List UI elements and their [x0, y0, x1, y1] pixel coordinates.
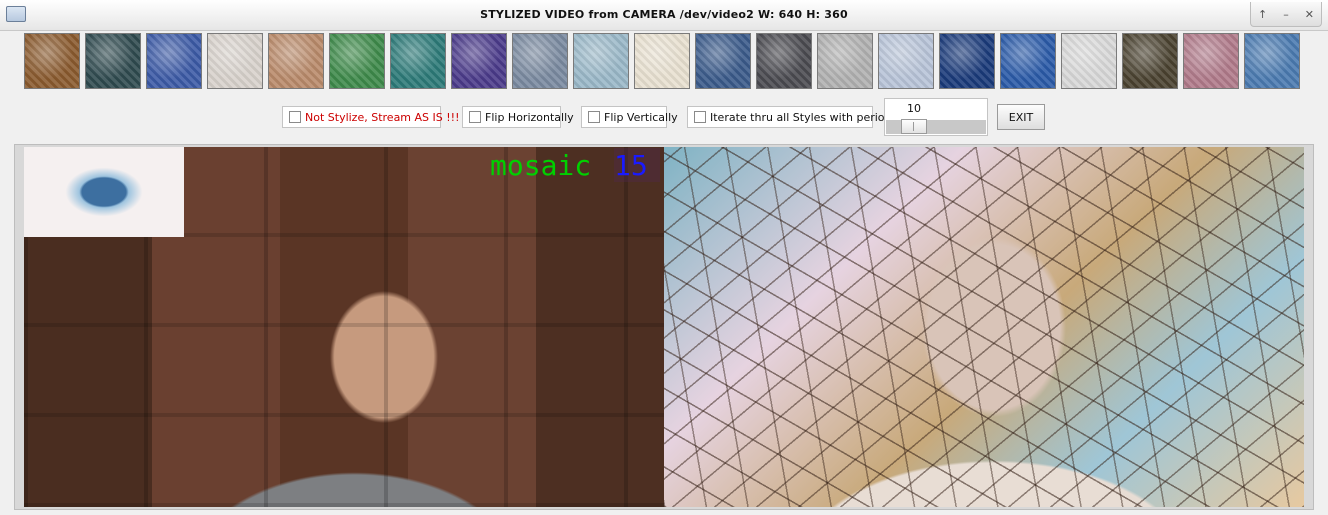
flip-horizontally-checkbox[interactable]: Flip Horizontally: [462, 106, 574, 128]
period-value: 10: [907, 102, 921, 115]
window-controls: ↑ – ✕: [1250, 2, 1322, 27]
style-thumbnail-strip: [24, 33, 1305, 91]
style-name-overlay: mosaic: [490, 149, 592, 182]
style-thumbnail[interactable]: [146, 33, 202, 89]
style-thumbnail[interactable]: [24, 33, 80, 89]
flip-horizontally-label: Flip Horizontally: [485, 110, 574, 124]
style-thumbnail[interactable]: [1061, 33, 1117, 89]
style-thumbnail[interactable]: [1122, 33, 1178, 89]
maximize-icon[interactable]: ↑: [1254, 8, 1272, 21]
flip-vertically-label: Flip Vertically: [604, 110, 678, 124]
slider-handle[interactable]: [900, 119, 927, 134]
not-stylize-label: Not Stylize, Stream AS IS !!!: [305, 110, 460, 124]
style-index-overlay: 15: [614, 148, 660, 182]
checkbox-icon[interactable]: [289, 111, 301, 123]
checkbox-icon[interactable]: [694, 111, 706, 123]
checkbox-icon[interactable]: [469, 111, 481, 123]
window-title: STYLIZED VIDEO from CAMERA /dev/video2 W…: [480, 8, 848, 21]
minimize-icon[interactable]: –: [1277, 8, 1295, 21]
style-thumbnail[interactable]: [451, 33, 507, 89]
close-icon[interactable]: ✕: [1300, 8, 1318, 21]
style-thumbnail[interactable]: [756, 33, 812, 89]
flip-vertically-checkbox[interactable]: Flip Vertically: [581, 106, 678, 128]
style-thumbnail[interactable]: [695, 33, 751, 89]
exit-button[interactable]: EXIT: [997, 104, 1045, 130]
style-thumbnail[interactable]: [1183, 33, 1239, 89]
style-thumbnail[interactable]: [939, 33, 995, 89]
stylized-feed: [664, 147, 1304, 507]
iterate-styles-label: Iterate thru all Styles with period:: [710, 110, 896, 124]
style-thumbnail[interactable]: [1000, 33, 1056, 89]
style-thumbnail[interactable]: [329, 33, 385, 89]
iterate-styles-checkbox[interactable]: Iterate thru all Styles with period:: [687, 106, 895, 128]
style-thumbnail[interactable]: [878, 33, 934, 89]
period-slider[interactable]: 10: [884, 98, 988, 136]
style-thumbnail[interactable]: [1244, 33, 1300, 89]
not-stylize-checkbox[interactable]: Not Stylize, Stream AS IS !!!: [282, 106, 459, 128]
style-thumbnail[interactable]: [268, 33, 324, 89]
title-bar: STYLIZED VIDEO from CAMERA /dev/video2 W…: [0, 0, 1328, 31]
style-thumbnail[interactable]: [85, 33, 141, 89]
style-thumbnail[interactable]: [817, 33, 873, 89]
style-thumbnail[interactable]: [207, 33, 263, 89]
style-thumbnail[interactable]: [573, 33, 629, 89]
current-style-preview: [24, 147, 184, 237]
style-thumbnail[interactable]: [512, 33, 568, 89]
checkbox-icon[interactable]: [588, 111, 600, 123]
style-thumbnail[interactable]: [390, 33, 446, 89]
style-thumbnail[interactable]: [634, 33, 690, 89]
